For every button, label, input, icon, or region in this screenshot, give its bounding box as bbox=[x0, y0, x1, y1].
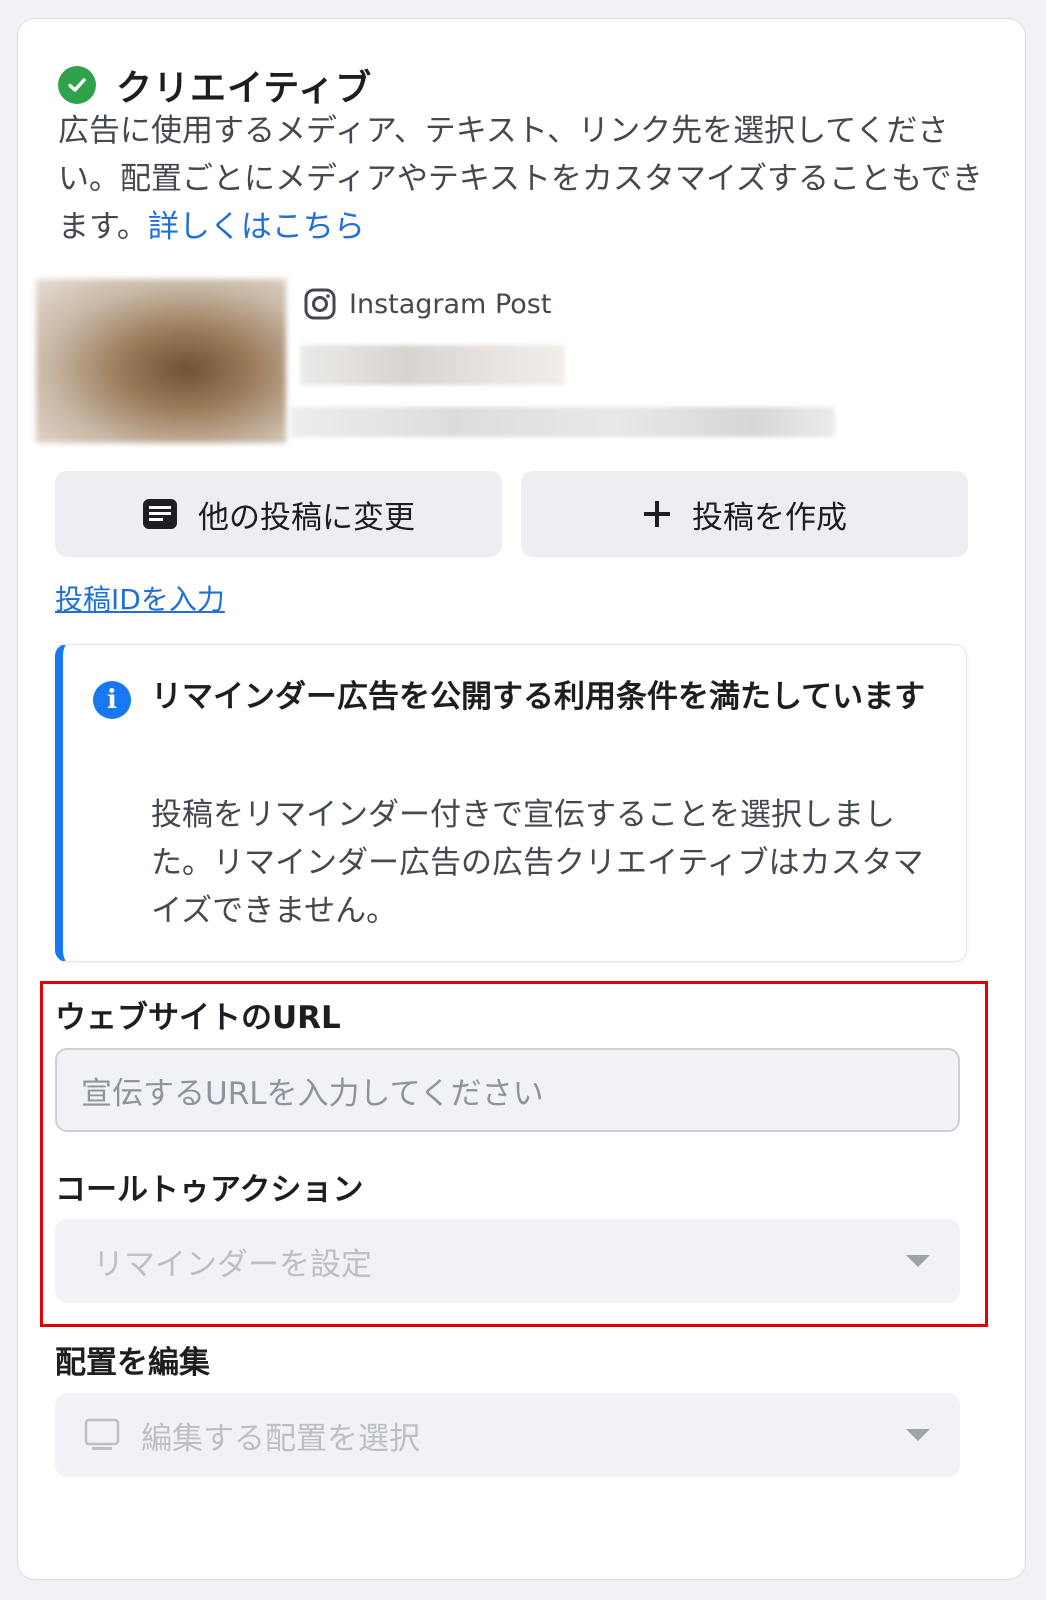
placement-select[interactable]: 編集する配置を選択 bbox=[55, 1393, 960, 1477]
website-url-placeholder: 宣伝するURLを入力してください bbox=[81, 1075, 544, 1112]
post-source-label: Instagram Post bbox=[349, 288, 552, 320]
call-to-action-label: コールトゥアクション bbox=[55, 1172, 364, 1208]
device-icon bbox=[84, 1418, 120, 1450]
creative-card: クリエイティブ 広告に使用するメディア、テキスト、リンク先を選択してください。配… bbox=[17, 18, 1026, 1580]
placement-label: 配置を編集 bbox=[55, 1345, 210, 1381]
caret-down-icon bbox=[906, 1255, 930, 1267]
post-icon bbox=[142, 498, 178, 530]
website-url-input[interactable]: 宣伝するURLを入力してください bbox=[55, 1048, 960, 1132]
enter-post-id-link[interactable]: 投稿IDを入力 bbox=[55, 578, 225, 618]
post-account-name-redacted bbox=[300, 345, 565, 385]
placement-value: 編集する配置を選択 bbox=[141, 1420, 420, 1457]
post-source: Instagram Post bbox=[303, 287, 551, 321]
create-post-label: 投稿を作成 bbox=[692, 499, 847, 536]
post-caption-redacted bbox=[290, 407, 835, 437]
notice-title: リマインダー広告を公開する利用条件を満たしています bbox=[151, 679, 926, 715]
reminder-notice: i リマインダー広告を公開する利用条件を満たしています 投稿をリマインダー付きで… bbox=[55, 644, 967, 962]
creative-header: クリエイティブ bbox=[58, 59, 372, 111]
change-post-button[interactable]: 他の投稿に変更 bbox=[55, 471, 502, 557]
learn-more-link[interactable]: 詳しくはこちら bbox=[148, 209, 365, 245]
website-url-label: ウェブサイトのURL bbox=[55, 1000, 341, 1036]
instagram-icon bbox=[304, 288, 336, 320]
call-to-action-select[interactable]: リマインダーを設定 bbox=[55, 1219, 960, 1303]
post-thumbnail bbox=[36, 279, 286, 443]
call-to-action-value: リマインダーを設定 bbox=[93, 1246, 372, 1283]
info-icon: i bbox=[93, 681, 131, 719]
caret-down-icon bbox=[906, 1429, 930, 1441]
notice-body: 投稿をリマインダー付きで宣伝することを選択しました。リマインダー広告の広告クリエ… bbox=[151, 797, 924, 929]
creative-description: 広告に使用するメディア、テキスト、リンク先を選択してください。配置ごとにメディア… bbox=[58, 107, 988, 251]
plus-icon bbox=[642, 499, 672, 529]
check-circle-icon bbox=[58, 66, 96, 104]
change-post-label: 他の投稿に変更 bbox=[198, 499, 415, 536]
creative-title: クリエイティブ bbox=[116, 68, 373, 109]
create-post-button[interactable]: 投稿を作成 bbox=[521, 471, 968, 557]
